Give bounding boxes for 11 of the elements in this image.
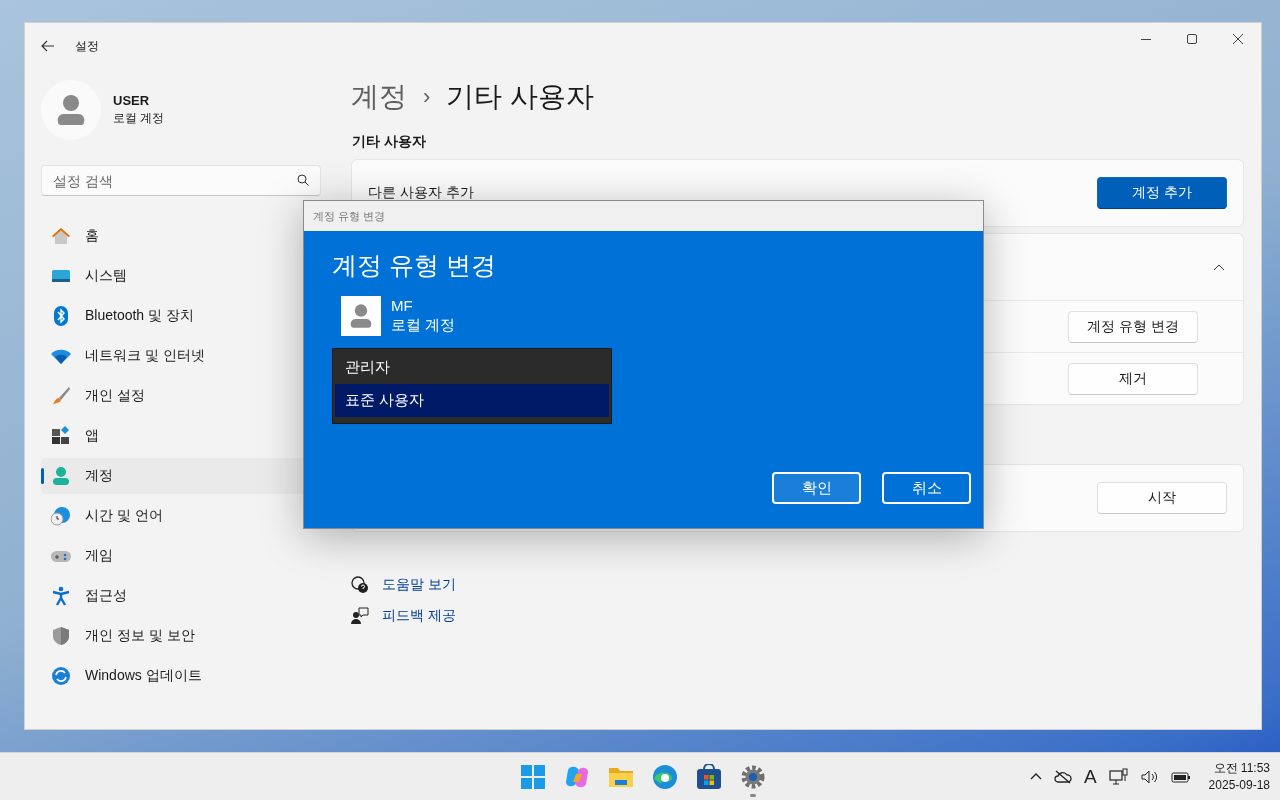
breadcrumb-separator: ›	[423, 84, 431, 110]
window-title: 설정	[75, 37, 99, 55]
dialog-title: 계정 유형 변경	[313, 208, 386, 224]
account-type: 로컬 계정	[391, 316, 456, 335]
section-title: 기타 사용자	[352, 133, 427, 151]
dialog-heading: 계정 유형 변경	[332, 250, 497, 281]
page-title: 기타 사용자	[446, 80, 595, 114]
setting-label: 다른 사용자 추가	[368, 184, 474, 202]
account-type: 로컬 계정	[113, 110, 165, 127]
user-name: USER	[113, 93, 151, 108]
user-name: MF	[391, 297, 414, 314]
